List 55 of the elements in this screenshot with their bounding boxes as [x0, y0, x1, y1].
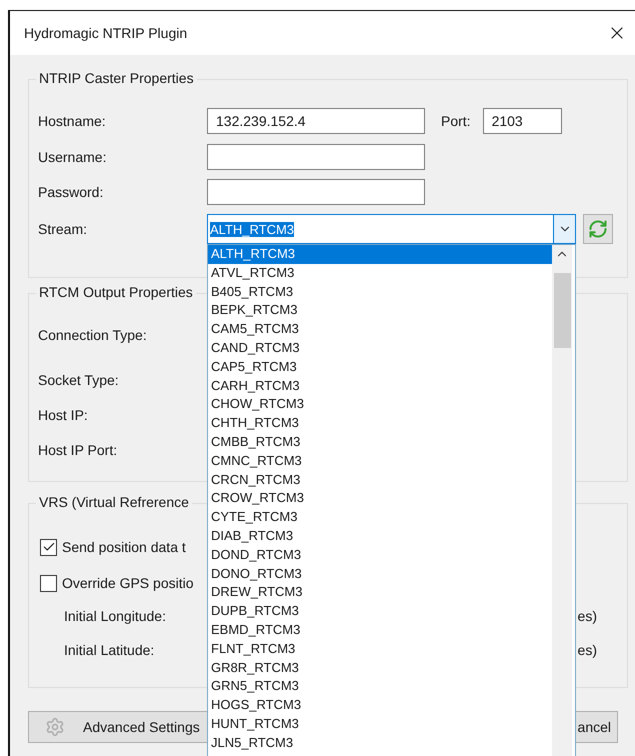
checkbox-label: Override GPS positio — [62, 575, 194, 591]
list-item[interactable]: DONO_RTCM3 — [208, 564, 553, 584]
list-item[interactable]: GRN5_RTCM3 — [208, 677, 553, 696]
field-label: Socket Type: — [38, 372, 120, 388]
list-item[interactable]: CYTE_RTCM3 — [208, 508, 553, 527]
list-item[interactable]: CAP5_RTCM3 — [208, 358, 553, 377]
list-item[interactable]: FLNT_RTCM3 — [208, 640, 553, 659]
field-label: Host IP Port: — [38, 442, 118, 458]
list-item[interactable]: CAM5_RTCM3 — [208, 320, 553, 339]
group-title: RTCM Output Properties — [36, 284, 196, 300]
stream-combo[interactable]: ALTH_RTCM3 — [207, 214, 576, 244]
group-title: VRS (Virtual Refrerence — [36, 494, 192, 510]
field-label: Password: — [38, 184, 104, 200]
input-field[interactable] — [207, 179, 425, 205]
field-label: Stream: — [38, 221, 88, 237]
cancel-button[interactable]: ancel — [576, 711, 618, 743]
port-field[interactable]: 2103 — [482, 108, 562, 134]
list-item[interactable]: CMNC_RTCM3 — [208, 452, 553, 471]
field-label: Username: — [38, 149, 108, 165]
list-item[interactable]: DOND_RTCM3 — [208, 546, 553, 565]
list-item[interactable]: CRCN_RTCM3 — [208, 470, 553, 490]
checkbox[interactable] — [40, 574, 57, 592]
list-item[interactable]: CROW_RTCM3 — [208, 489, 553, 508]
field-label: Connection Type: — [38, 327, 148, 343]
input-field[interactable]: 132.239.152.4 — [207, 108, 425, 134]
refresh-button[interactable] — [583, 214, 613, 244]
field-label: Hostname: — [38, 113, 107, 129]
refresh-icon — [588, 219, 608, 239]
list-item[interactable]: GR8R_RTCM3 — [208, 658, 553, 678]
list-item[interactable]: DREW_RTCM3 — [208, 583, 553, 602]
unit-label: es) — [578, 642, 597, 658]
checkbox[interactable] — [40, 538, 57, 556]
field-label: Port: — [441, 113, 471, 129]
list-item[interactable]: ALTH_RTCM3 — [208, 245, 553, 264]
window-title: Hydromagic NTRIP Plugin — [24, 25, 188, 41]
list-item[interactable]: DUPB_RTCM3 — [208, 602, 553, 621]
unit-label: es) — [578, 608, 597, 624]
list-item[interactable]: CHOW_RTCM3 — [208, 395, 553, 414]
group-title: NTRIP Caster Properties — [36, 70, 197, 86]
selected-text: ALTH_RTCM3 — [210, 222, 294, 236]
list-item[interactable]: DIAB_RTCM3 — [208, 526, 553, 546]
list-item[interactable]: BEPK_RTCM3 — [208, 301, 553, 320]
scroll-thumb[interactable] — [554, 273, 571, 348]
field-label: Host IP: — [38, 407, 89, 423]
list-item[interactable]: CMBB_RTCM3 — [208, 432, 553, 452]
gear-icon — [45, 717, 65, 737]
list-item[interactable]: CAND_RTCM3 — [208, 338, 553, 358]
input-field[interactable] — [207, 144, 425, 170]
checkbox-label: Send position data t — [62, 539, 186, 555]
list-item[interactable]: CARH_RTCM3 — [208, 376, 553, 396]
list-item[interactable]: CHTH_RTCM3 — [208, 414, 553, 433]
scrollbar[interactable] — [552, 245, 572, 756]
list-item[interactable]: ATVL_RTCM3 — [208, 264, 553, 283]
list-item[interactable]: EBMD_RTCM3 — [208, 620, 553, 640]
list-item[interactable]: B405_RTCM3 — [208, 282, 553, 302]
